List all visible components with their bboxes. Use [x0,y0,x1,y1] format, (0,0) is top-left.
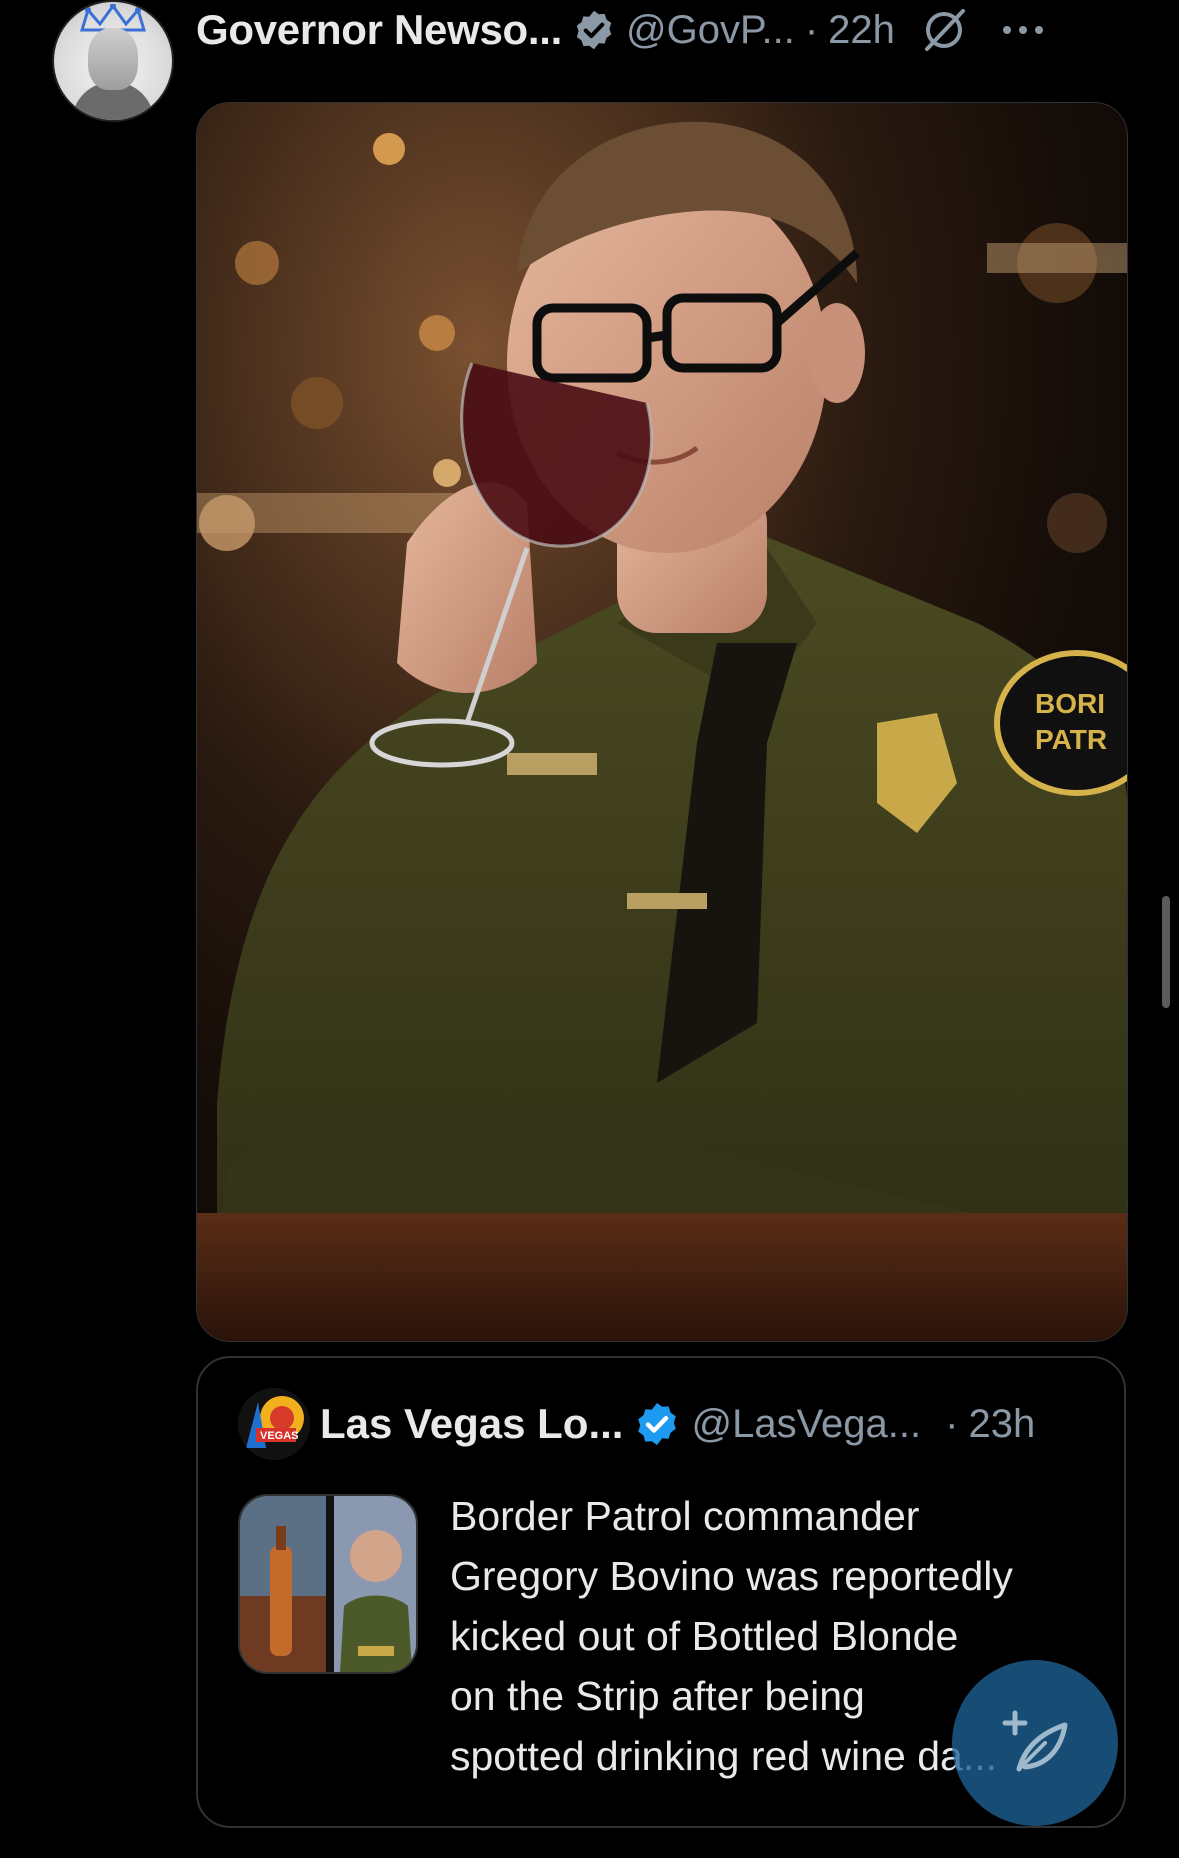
compose-post-icon [1002,1710,1068,1772]
scrollbar-thumb[interactable] [1162,896,1170,1008]
author-avatar[interactable] [52,0,174,122]
verified-badge-icon [633,1400,681,1448]
officer-photo: BORI PATR [197,103,1127,1341]
svg-text:BORI: BORI [1035,688,1105,719]
svg-text:PATR: PATR [1035,724,1107,755]
svg-text:VEGAS: VEGAS [260,1430,299,1442]
more-icon[interactable] [1001,23,1045,37]
quoted-post-header: VEGAS Las Vegas Lo... @LasVega... · 23h [238,1388,1035,1460]
quoted-author-avatar[interactable]: VEGAS [238,1388,310,1460]
author-handle[interactable]: @GovP... [626,8,795,53]
compose-post-button[interactable] [952,1660,1118,1826]
quoted-text-line: Gregory Bovino was reportedly [450,1553,1013,1599]
quoted-text-line: Border Patrol commander [450,1493,920,1539]
post-media-image[interactable]: BORI PATR [196,102,1128,1342]
author-display-name[interactable]: Governor Newso... [196,6,562,54]
grok-icon[interactable] [919,5,969,55]
separator-dot: · [945,1401,959,1446]
post-header: Governor Newso... @GovP... · 22h [196,0,1045,60]
quoted-text-line: kicked out of Bottled Blonde [450,1613,959,1659]
quoted-author-display-name[interactable]: Las Vegas Lo... [320,1400,623,1448]
quoted-author-handle[interactable]: @LasVega... [691,1402,921,1447]
quoted-post-thumbnail[interactable] [238,1494,418,1674]
avatar-face [88,28,138,90]
separator-dot: · [804,7,819,52]
verified-badge-icon [572,8,616,52]
post-timestamp[interactable]: 22h [828,8,895,53]
quoted-post-timestamp[interactable]: 23h [968,1402,1035,1447]
